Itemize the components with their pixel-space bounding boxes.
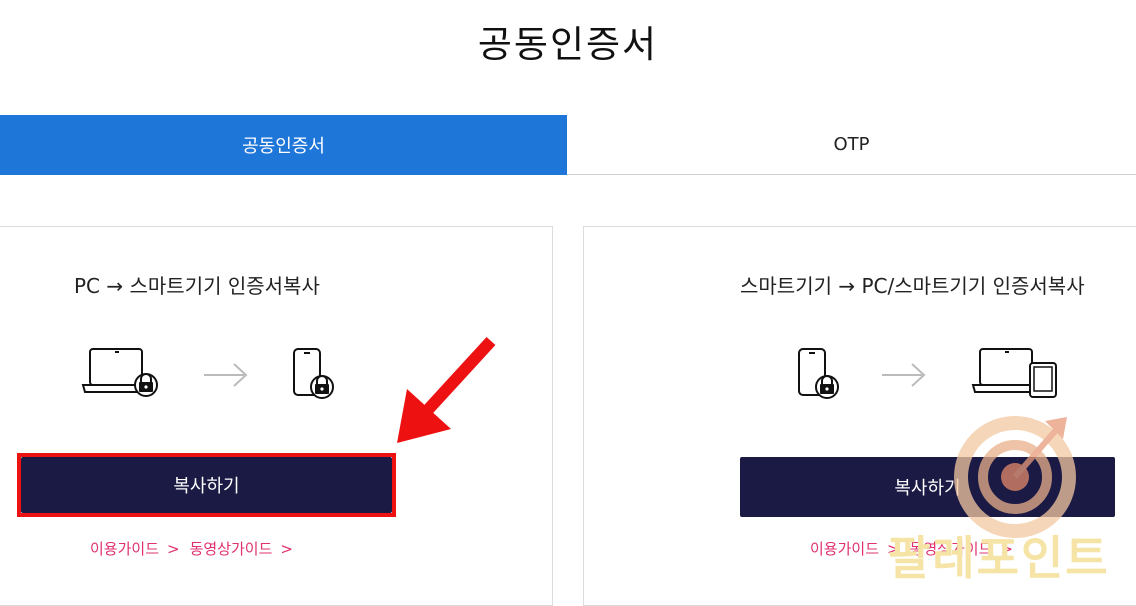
video-guide-link[interactable]: 동영상가이드 xyxy=(190,540,273,558)
red-arrow-annotation xyxy=(397,336,496,443)
arrow-right-icon xyxy=(204,363,248,387)
phone-lock-icon xyxy=(798,348,839,399)
usage-guide-link[interactable]: 이용가이드 xyxy=(810,540,879,558)
card-title-smart-to-pc: 스마트기기 → PC/스마트기기 인증서복사 xyxy=(740,274,1085,298)
laptop-lock-icon xyxy=(81,348,158,397)
laptop-phone-icon xyxy=(971,348,1057,398)
usage-guide-link[interactable]: 이용가이드 xyxy=(90,540,159,558)
tab-certificate[interactable]: 공동인증서 xyxy=(0,115,567,175)
copy-button-pc-to-smart[interactable]: 복사하기 xyxy=(21,457,392,513)
phone-lock-icon xyxy=(293,348,334,399)
arrow-right-icon xyxy=(882,363,926,387)
page-title: 공동인증서 xyxy=(477,23,659,66)
guide-links-pc-to-smart: 이용가이드 > 동영상가이드 > xyxy=(90,540,293,558)
card-title-pc-to-smart: PC → 스마트기기 인증서복사 xyxy=(74,274,320,298)
watermark-text: 팔레포인트 xyxy=(888,531,1110,585)
copy-button-smart-to-pc[interactable]: 복사하기 xyxy=(740,457,1115,517)
tab-otp[interactable]: OTP xyxy=(567,115,1136,175)
